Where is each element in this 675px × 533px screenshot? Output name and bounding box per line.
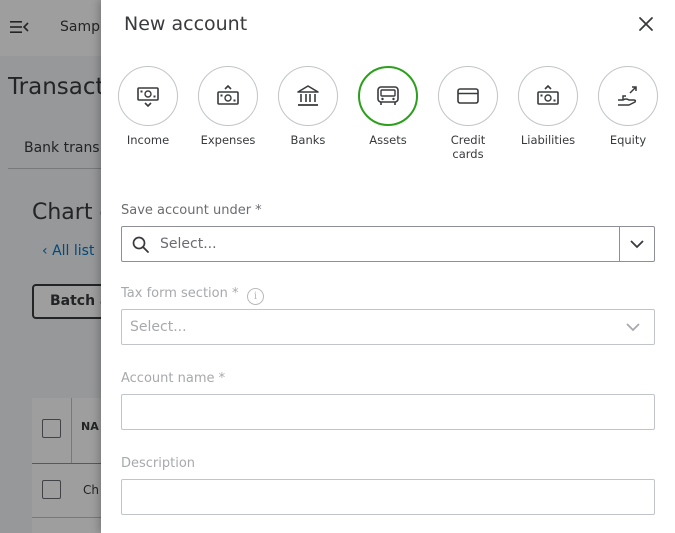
liabilities-icon	[537, 84, 559, 105]
account-type-expenses[interactable]: Expenses	[198, 66, 258, 147]
account-name-input[interactable]	[121, 394, 655, 430]
save-account-under-placeholder: Select...	[160, 236, 217, 252]
new-account-panel: New account Income Expenses Banks Assets…	[101, 0, 675, 533]
type-label: Liabilities	[520, 133, 576, 147]
search-icon	[132, 236, 149, 253]
description-input[interactable]	[121, 479, 655, 515]
panel-title: New account	[124, 13, 248, 35]
info-icon[interactable]: i	[247, 288, 264, 305]
type-label-line2: cards	[452, 147, 484, 161]
account-type-assets[interactable]: Assets	[358, 66, 418, 147]
account-type-banks[interactable]: Banks	[278, 66, 338, 147]
dropdown-divider	[619, 227, 620, 261]
type-label: Expenses	[200, 133, 256, 147]
close-icon	[639, 17, 653, 31]
save-account-under-select[interactable]: Select...	[121, 226, 655, 262]
type-label: Credit	[450, 133, 486, 147]
type-label: Banks	[290, 133, 326, 147]
tax-form-section-label: Tax form section *	[121, 286, 239, 301]
chevron-down-icon[interactable]	[628, 237, 646, 251]
equity-icon	[618, 86, 637, 106]
account-name-label: Account name *	[121, 371, 226, 386]
income-icon	[137, 87, 159, 108]
account-type-income[interactable]: Income	[118, 66, 178, 147]
tax-form-section-placeholder: Select...	[130, 319, 187, 335]
description-label: Description	[121, 456, 196, 471]
chevron-down-icon	[626, 323, 640, 332]
close-button[interactable]	[635, 13, 657, 35]
bank-icon	[297, 85, 319, 106]
account-type-credit-cards[interactable]: Credit cards	[438, 66, 498, 161]
type-label: Assets	[369, 133, 407, 147]
save-account-under-label: Save account under *	[121, 203, 262, 218]
assets-icon	[377, 86, 399, 105]
type-label: Equity	[609, 133, 647, 147]
type-label: Income	[126, 133, 170, 147]
account-type-equity[interactable]: Equity	[598, 66, 658, 147]
credit-card-icon	[457, 88, 479, 104]
account-type-liabilities[interactable]: Liabilities	[518, 66, 578, 147]
expenses-icon	[217, 84, 239, 105]
tax-form-section-select: Select...	[121, 309, 655, 345]
